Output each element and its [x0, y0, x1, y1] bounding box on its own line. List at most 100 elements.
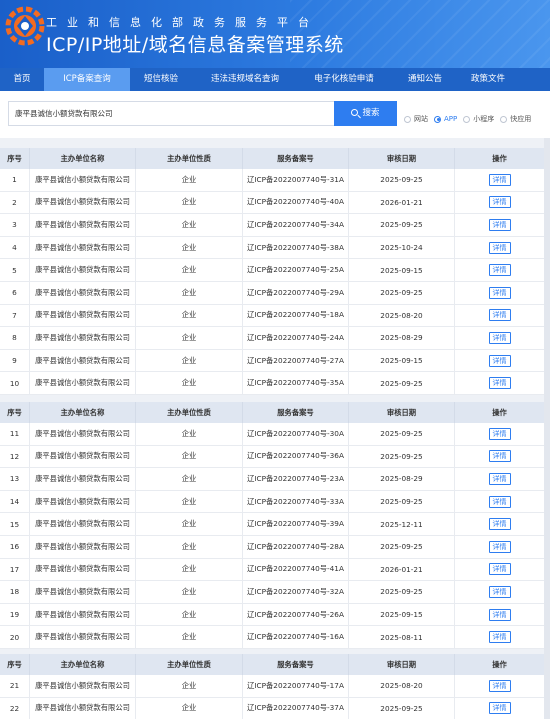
detail-button[interactable]: 详情 — [488, 286, 511, 299]
radio-mini-program[interactable]: 小程序 — [463, 114, 494, 124]
detail-button[interactable]: 详情 — [488, 264, 511, 277]
detail-button[interactable]: 详情 — [488, 585, 511, 598]
cell-row-index: 10 — [0, 372, 30, 394]
cell-record-number: 辽ICP备2022007740号-18A — [243, 304, 349, 327]
radio-label: 小程序 — [473, 115, 495, 123]
table-header-row: 序号 主办单位名称 主办单位性质 服务备案号 审核日期 操作 — [0, 148, 550, 169]
cell-row-index: 18 — [0, 581, 30, 603]
cell-org-name: 康平县诚信小额贷款有限公司 — [30, 581, 136, 603]
cell-row-index: 14 — [0, 490, 30, 513]
cell-record-number: 辽ICP备2022007740号-32A — [243, 581, 349, 603]
cell-org-type: 企业 — [136, 281, 243, 304]
column-header-actions: 操作 — [492, 407, 507, 417]
cell-org-type: 企业 — [136, 169, 243, 191]
cell-record-number: 辽ICP备2022007740号-25A — [243, 259, 349, 281]
detail-button[interactable]: 详情 — [488, 679, 511, 692]
table-row: 20 康平县诚信小额贷款有限公司 企业 辽ICP备2022007740号-16A 202… — [0, 626, 550, 649]
cell-row-index: 11 — [0, 423, 30, 445]
table-row: 10 康平县诚信小额贷款有限公司 企业 辽ICP备2022007740号-35A 202… — [0, 372, 550, 395]
detail-button[interactable]: 详情 — [488, 173, 511, 186]
column-header-org-type: 主办单位性质 — [136, 402, 243, 423]
cell-org-name: 康平县诚信小额贷款有限公司 — [30, 169, 136, 191]
nav-home[interactable]: 首页 — [0, 68, 44, 91]
site-header: 工业和信息化部政务服务平台 ICP/IP地址/域名信息备案管理系统 — [0, 0, 550, 68]
cell-review-date: 2025-09-25 — [349, 445, 455, 468]
table-row: 6 康平县诚信小额贷款有限公司 企业 辽ICP备2022007740号-29A 2025… — [0, 281, 550, 305]
results-table: 序号 主办单位名称 主办单位性质 服务备案号 审核日期 操作 11 康平县诚信小额贷款有限公司… — [0, 402, 550, 649]
cell-org-type: 企业 — [136, 675, 243, 697]
detail-button[interactable]: 详情 — [488, 331, 511, 344]
cell-org-type: 企业 — [136, 490, 243, 513]
cell-review-date: 2025-08-20 — [349, 675, 455, 697]
cell-actions: 详情 — [455, 372, 544, 394]
cell-org-name: 康平县诚信小额贷款有限公司 — [30, 259, 136, 281]
cell-review-date: 2026-01-21 — [349, 191, 455, 214]
radio-app[interactable]: APP — [434, 115, 457, 123]
nav-notices[interactable]: 通知公告 — [390, 68, 460, 91]
detail-button[interactable]: 详情 — [488, 241, 511, 254]
cell-review-date: 2025-08-29 — [349, 327, 455, 349]
cell-org-type: 企业 — [136, 697, 243, 719]
cell-record-number: 辽ICP备2022007740号-31A — [243, 169, 349, 191]
cell-org-name: 康平县诚信小额贷款有限公司 — [30, 535, 136, 558]
detail-button[interactable]: 详情 — [488, 196, 511, 209]
search-button[interactable]: 搜索 — [334, 101, 397, 126]
nav-illegal-domain-query[interactable]: 违法违规域名查询 — [192, 68, 298, 91]
table-row: 15 康平县诚信小额贷款有限公司 企业 辽ICP备2022007740号-39A 202… — [0, 513, 550, 536]
cell-org-type: 企业 — [136, 372, 243, 394]
column-header-review-date: 审核日期 — [349, 654, 455, 675]
table-row: 19 康平县诚信小额贷款有限公司 企业 辽ICP备2022007740号-26A 202… — [0, 603, 550, 627]
radio-website[interactable]: 网站 — [404, 114, 428, 124]
cell-org-name: 康平县诚信小额贷款有限公司 — [30, 468, 136, 490]
cell-review-date: 2025-09-25 — [349, 697, 455, 719]
cell-review-date: 2025-09-25 — [349, 581, 455, 603]
cell-org-type: 企业 — [136, 327, 243, 349]
cell-actions: 详情 — [455, 626, 544, 648]
cell-review-date: 2025-08-29 — [349, 468, 455, 490]
detail-button[interactable]: 详情 — [488, 450, 511, 463]
detail-button[interactable]: 详情 — [488, 518, 511, 531]
table-row: 13 康平县诚信小额贷款有限公司 企业 辽ICP备2022007740号-23A 202… — [0, 468, 550, 491]
cell-review-date: 2025-08-20 — [349, 304, 455, 327]
detail-button[interactable]: 详情 — [488, 218, 511, 231]
cell-row-index: 12 — [0, 445, 30, 468]
cell-row-index: 3 — [0, 214, 30, 236]
column-header-row-index: 序号 — [0, 654, 30, 675]
cell-row-index: 20 — [0, 626, 30, 648]
nav-electronic-verify[interactable]: 电子化核验申请 — [298, 68, 390, 91]
column-header-review-date: 审核日期 — [349, 148, 455, 169]
header-subtitle: 工业和信息化部政务服务平台 — [46, 16, 319, 29]
scrollbar-track[interactable] — [544, 138, 550, 719]
cell-record-number: 辽ICP备2022007740号-23A — [243, 468, 349, 490]
detail-button[interactable]: 详情 — [488, 377, 511, 390]
detail-button[interactable]: 详情 — [488, 309, 511, 322]
nav-icp-query[interactable]: ICP备案查询 — [44, 68, 130, 91]
cell-row-index: 16 — [0, 535, 30, 558]
nav-policy-docs[interactable]: 政策文件 — [460, 68, 516, 91]
detail-button[interactable]: 详情 — [488, 427, 511, 440]
cell-actions: 详情 — [455, 237, 544, 259]
detail-button[interactable]: 详情 — [488, 354, 511, 367]
search-input[interactable]: 康平县诚信小额贷款有限公司 — [8, 101, 334, 126]
ministry-logo-icon — [5, 6, 45, 46]
cell-record-number: 辽ICP备2022007740号-34A — [243, 214, 349, 236]
table-row: 9 康平县诚信小额贷款有限公司 企业 辽ICP备2022007740号-27A 2025… — [0, 349, 550, 373]
detail-button[interactable]: 详情 — [488, 608, 511, 621]
detail-button[interactable]: 详情 — [488, 702, 511, 715]
column-header-row-index: 序号 — [0, 402, 30, 423]
radio-quick-app[interactable]: 快应用 — [500, 114, 531, 124]
cell-actions: 详情 — [455, 604, 544, 626]
table-row: 8 康平县诚信小额贷款有限公司 企业 辽ICP备2022007740号-24A 2025… — [0, 327, 550, 350]
detail-button[interactable]: 详情 — [488, 563, 511, 576]
detail-button[interactable]: 详情 — [488, 540, 511, 553]
detail-button[interactable]: 详情 — [488, 472, 511, 485]
cell-actions: 详情 — [455, 513, 544, 535]
cell-actions: 详情 — [455, 446, 544, 468]
cell-record-number: 辽ICP备2022007740号-29A — [243, 281, 349, 304]
detail-button[interactable]: 详情 — [488, 631, 511, 644]
nav-sms-verify[interactable]: 短信核验 — [130, 68, 192, 91]
detail-button[interactable]: 详情 — [488, 495, 511, 508]
column-header-org-type: 主办单位性质 — [136, 148, 243, 169]
table-row: 4 康平县诚信小额贷款有限公司 企业 辽ICP备2022007740号-38A 2025… — [0, 236, 550, 260]
cell-record-number: 辽ICP备2022007740号-41A — [243, 558, 349, 581]
